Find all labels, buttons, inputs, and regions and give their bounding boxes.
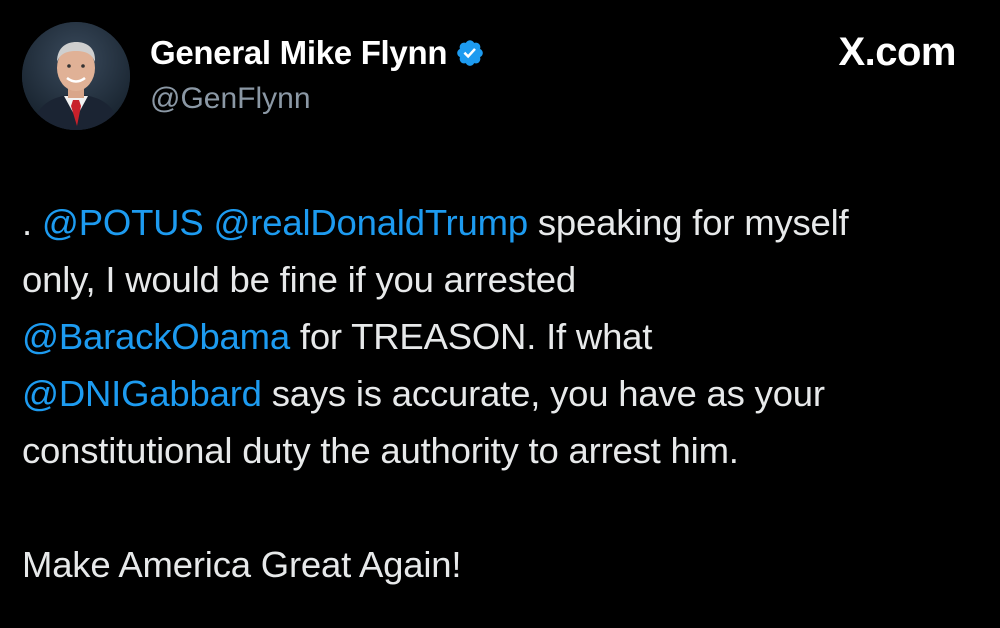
tweet-line-2: only, I would be fine if you arrested xyxy=(22,259,576,300)
text-segment: . xyxy=(22,202,42,243)
tweet-line-5: constitutional duty the authority to arr… xyxy=(22,430,739,471)
tweet-closing-line: Make America Great Again! xyxy=(22,544,462,585)
tweet-line-4: @DNIGabbard says is accurate, you have a… xyxy=(22,365,982,422)
tweet-text: . @POTUS @realDonaldTrump speaking for m… xyxy=(22,194,982,593)
display-name[interactable]: General Mike Flynn xyxy=(150,34,448,72)
mention-obama-link[interactable]: @BarackObama xyxy=(22,316,290,357)
tweet-line-1: . @POTUS @realDonaldTrump speaking for m… xyxy=(22,194,982,251)
site-watermark: X.com xyxy=(838,30,956,74)
name-row: General Mike Flynn xyxy=(150,30,485,76)
mention-trump-link[interactable]: @realDonaldTrump xyxy=(213,202,528,243)
tweet-line-3: @BarackObama for TREASON. If what xyxy=(22,308,982,365)
profile-photo-icon xyxy=(22,22,130,130)
author-block: General Mike Flynn @GenFlynn xyxy=(150,30,485,116)
verified-badge-icon xyxy=(455,38,485,68)
tweet-card: General Mike Flynn @GenFlynn X.com . @PO… xyxy=(0,0,1000,628)
text-segment: speaking for myself xyxy=(527,202,849,243)
avatar[interactable] xyxy=(22,22,130,130)
text-segment: says is accurate, you have as your xyxy=(261,373,825,414)
mention-potus-link[interactable]: @POTUS xyxy=(42,202,204,243)
handle[interactable]: @GenFlynn xyxy=(150,82,485,116)
text-segment xyxy=(203,202,213,243)
mention-gabbard-link[interactable]: @DNIGabbard xyxy=(22,373,262,414)
text-segment: for TREASON. If what xyxy=(289,316,653,357)
